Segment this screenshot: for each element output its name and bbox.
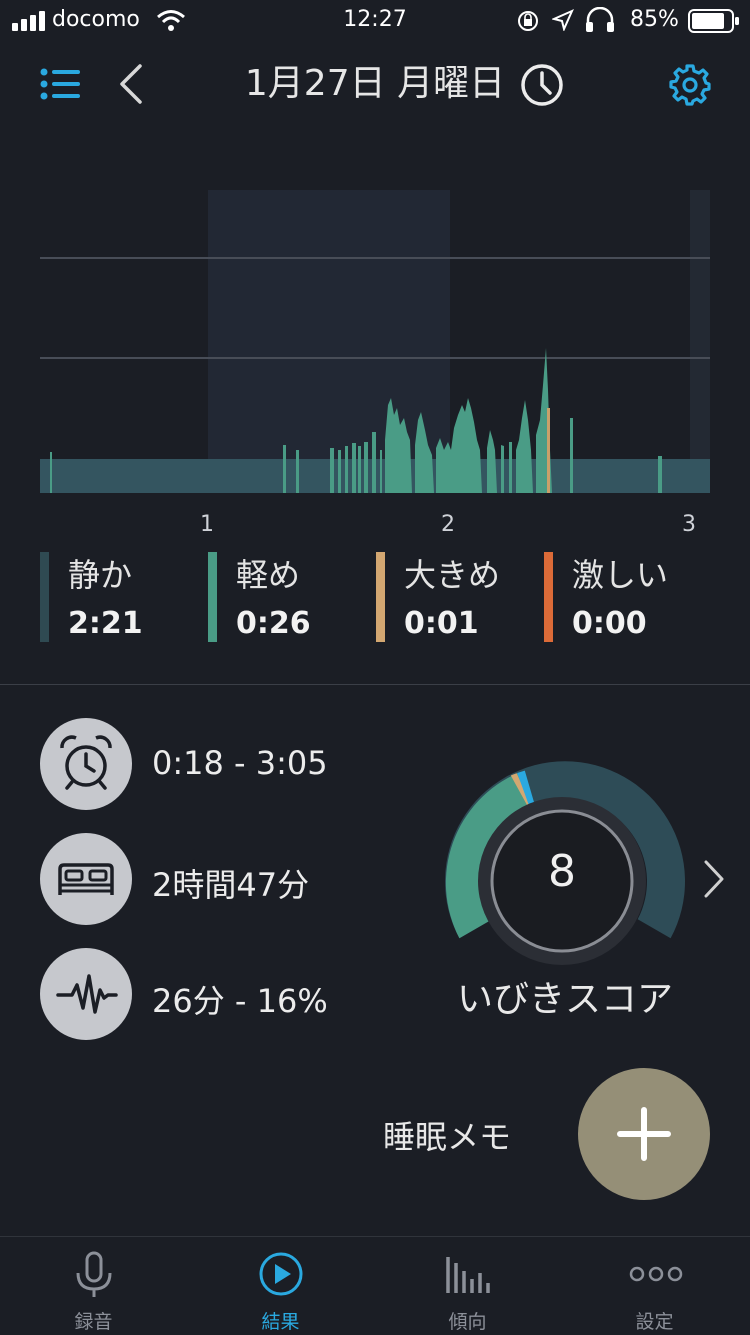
clock-icon[interactable]: [520, 63, 564, 107]
add-memo-button[interactable]: [578, 1068, 710, 1200]
headphones-icon: [586, 7, 614, 32]
legend-swatch: [544, 552, 553, 642]
time-range-text: 0:18 - 3:05: [152, 744, 328, 782]
tab-trends[interactable]: 傾向: [374, 1237, 561, 1335]
bar-chart-icon: [446, 1257, 490, 1293]
tab-record[interactable]: 録音: [0, 1237, 187, 1335]
legend-swatch: [208, 552, 217, 642]
battery-icon: [688, 9, 739, 33]
score-label: いびきスコア: [456, 979, 673, 1020]
alarm-clock-badge: [40, 718, 132, 810]
score-value: 8: [548, 846, 576, 897]
more-icon: [629, 1266, 683, 1282]
plus-icon: [617, 1107, 671, 1161]
x-tick-label: 1: [200, 512, 214, 537]
location-icon: [552, 9, 574, 31]
play-icon: [259, 1252, 303, 1296]
alarm-clock-icon: [60, 735, 112, 790]
microphone-icon: [76, 1251, 112, 1297]
tab-results[interactable]: 結果: [187, 1237, 374, 1335]
chevron-right-icon[interactable]: [702, 858, 728, 900]
battery-percent: 85%: [630, 7, 679, 32]
waveform-badge: [40, 948, 132, 1040]
tab-bar: 録音 結果 傾向 設定: [0, 1236, 750, 1335]
tab-settings[interactable]: 設定: [561, 1237, 748, 1335]
page-title: 1月27日 月曜日: [244, 63, 506, 104]
legend-swatch: [376, 552, 385, 642]
page-title-wrap: 1月27日 月曜日: [0, 56, 750, 112]
legend-label: 大きめ: [404, 556, 501, 594]
status-bar: docomo 12:27 85%: [0, 0, 750, 42]
legend-label: 静か: [68, 556, 133, 594]
rotation-lock-icon: [518, 11, 538, 31]
gear-icon[interactable]: [668, 63, 712, 107]
waveform-icon: [56, 974, 118, 1014]
legend-swatch: [40, 552, 49, 642]
loud-series-spike: [547, 408, 550, 493]
snore-time-text: 26分 - 16%: [152, 982, 328, 1020]
x-tick-label: 2: [441, 512, 455, 537]
chart-region-shade-right: [690, 190, 710, 460]
section-divider: [0, 684, 750, 685]
snore-chart: [40, 190, 710, 493]
legend-value: 2:21: [68, 606, 143, 641]
legend-value: 0:26: [236, 606, 311, 641]
legend-value: 0:00: [572, 606, 647, 641]
sleep-memo-label[interactable]: 睡眠メモ: [383, 1112, 511, 1158]
bed-badge: [40, 833, 132, 925]
tab-label: 録音: [74, 1311, 113, 1333]
legend-label: 軽め: [236, 556, 301, 594]
duration-text: 2時間47分: [152, 866, 310, 904]
snore-chart-panel: 1 2 3: [0, 150, 750, 684]
legend-label: 激しい: [572, 556, 669, 594]
x-tick-label: 3: [682, 512, 696, 537]
chart-region-shade: [208, 190, 450, 460]
tab-label: 結果: [261, 1311, 300, 1333]
legend-value: 0:01: [404, 606, 479, 641]
tab-label: 設定: [635, 1311, 674, 1333]
tab-label: 傾向: [448, 1311, 487, 1333]
bed-icon: [58, 863, 114, 895]
